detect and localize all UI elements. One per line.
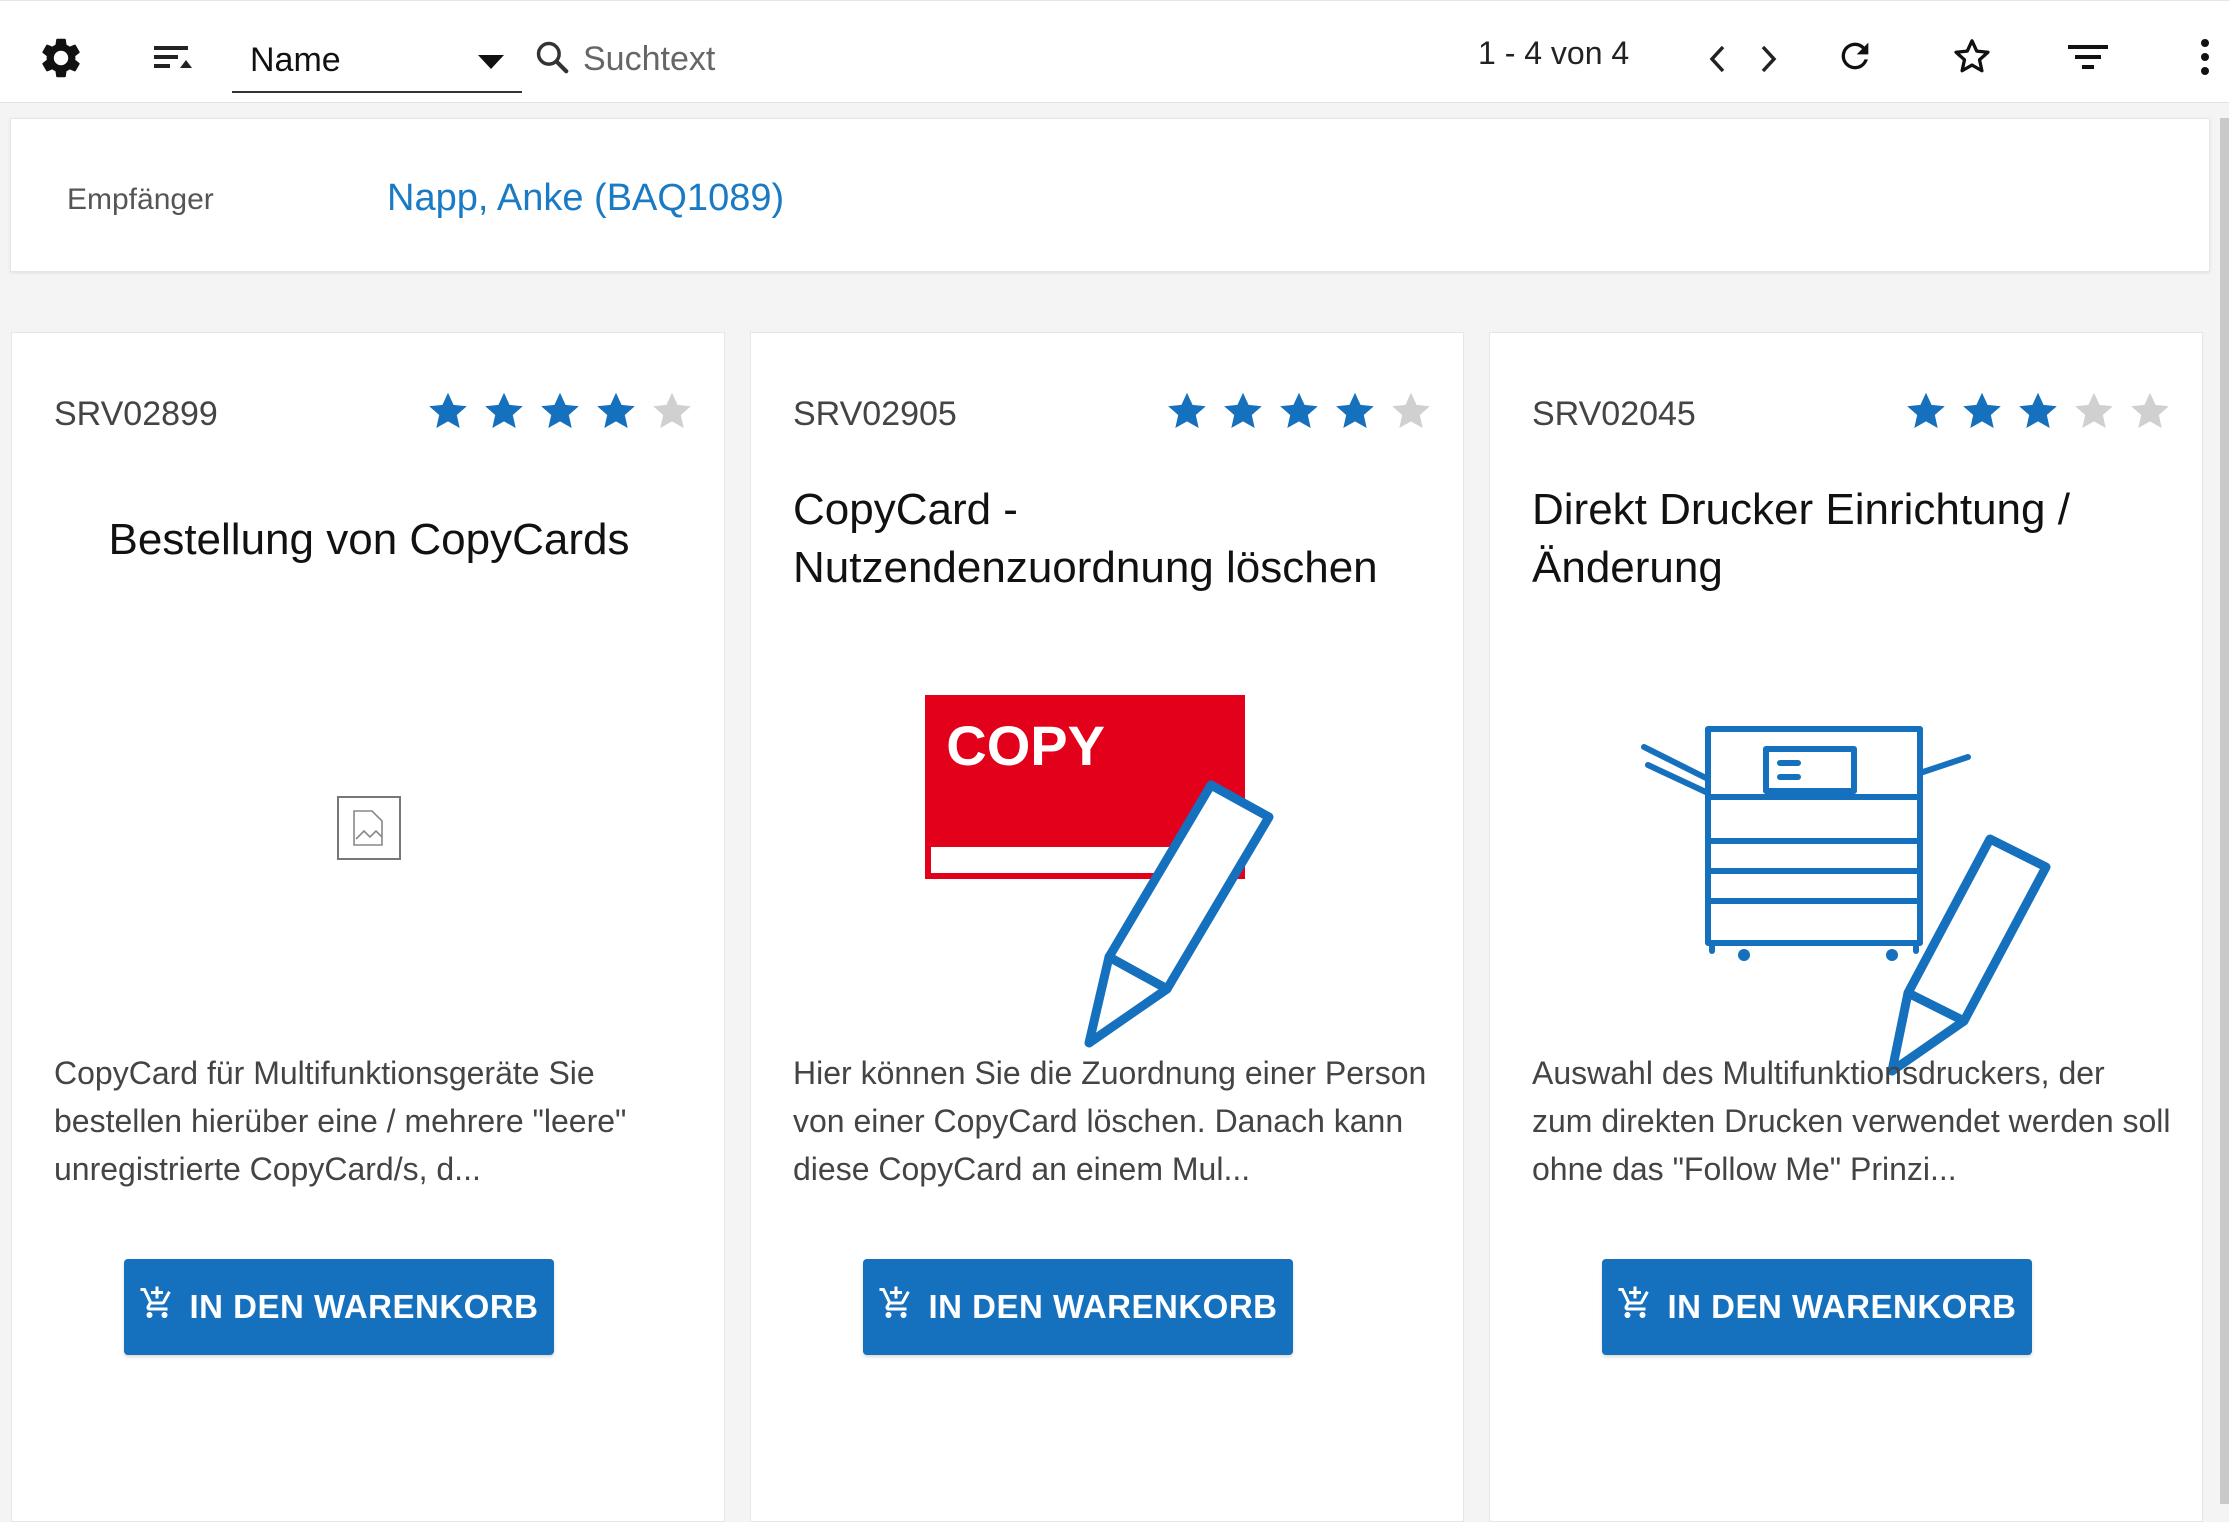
cart-plus-icon bbox=[139, 1285, 175, 1329]
star-filled-icon[interactable] bbox=[481, 388, 527, 439]
add-to-cart-button[interactable]: IN DEN WARENKORB bbox=[124, 1259, 554, 1355]
search-input[interactable] bbox=[583, 39, 1383, 79]
service-card: SRV02905 CopyCard - Nutzendenzuordnung l… bbox=[750, 332, 1464, 1522]
service-image bbox=[1532, 633, 2162, 1093]
printer-edit-illustration bbox=[1641, 726, 2051, 1076]
sort-select-value: Name bbox=[250, 40, 341, 79]
rating-stars bbox=[1164, 388, 1434, 439]
chevron-left-icon[interactable] bbox=[1700, 37, 1734, 81]
recipient-label: Empfänger bbox=[67, 183, 214, 216]
service-title: Direkt Drucker Einrichtung / Änderung bbox=[1532, 485, 2070, 592]
service-title: Bestellung von CopyCards bbox=[108, 515, 630, 564]
star-outline-icon[interactable] bbox=[1948, 33, 1996, 81]
star-filled-icon[interactable] bbox=[1959, 388, 2005, 439]
add-to-cart-label: IN DEN WARENKORB bbox=[1667, 1288, 2017, 1325]
add-to-cart-button[interactable]: IN DEN WARENKORB bbox=[863, 1259, 1293, 1355]
star-filled-icon[interactable] bbox=[1220, 388, 1266, 439]
service-card: SRV02899 Bestellung von CopyCards CopyCa… bbox=[11, 332, 725, 1522]
caret-down-icon bbox=[478, 55, 504, 74]
service-title: CopyCard - Nutzendenzuordnung löschen bbox=[793, 485, 1378, 592]
search-icon bbox=[533, 38, 571, 81]
broken-image-icon bbox=[337, 796, 401, 860]
star-filled-icon[interactable] bbox=[537, 388, 583, 439]
recipient-value-link[interactable]: Napp, Anke (BAQ1089) bbox=[387, 177, 784, 220]
sort-select[interactable]: Name bbox=[232, 29, 522, 93]
star-empty-icon[interactable] bbox=[649, 388, 695, 439]
service-code: SRV02899 bbox=[54, 395, 218, 433]
more-vert-icon[interactable] bbox=[2192, 33, 2218, 81]
scrollbar[interactable] bbox=[2220, 118, 2229, 1504]
rating-stars bbox=[1903, 388, 2173, 439]
copycard-edit-illustration: COPY CARD bbox=[925, 695, 1274, 1048]
star-empty-icon[interactable] bbox=[2127, 388, 2173, 439]
star-filled-icon[interactable] bbox=[1164, 388, 1210, 439]
service-description: Auswahl des Multifunktionsdruckers, der … bbox=[1532, 1055, 2171, 1187]
star-filled-icon[interactable] bbox=[425, 388, 471, 439]
copycard-logo-bottom: CARD bbox=[983, 764, 1145, 827]
service-code: SRV02905 bbox=[793, 395, 957, 433]
gear-icon[interactable] bbox=[32, 29, 90, 87]
add-to-cart-label: IN DEN WARENKORB bbox=[928, 1288, 1278, 1325]
pager-text: 1 - 4 von 4 bbox=[1478, 35, 1630, 71]
cart-plus-icon bbox=[878, 1285, 914, 1329]
refresh-icon[interactable] bbox=[1832, 33, 1878, 79]
star-empty-icon[interactable] bbox=[1388, 388, 1434, 439]
service-image bbox=[54, 633, 684, 1093]
recipient-panel: Empfänger Napp, Anke (BAQ1089) bbox=[10, 118, 2210, 272]
toolbar: Name 1 - 4 von 4 bbox=[0, 0, 2229, 103]
service-card: SRV02045 Direkt Drucker Einrichtung / Än… bbox=[1489, 332, 2203, 1522]
service-image: COPY CARD bbox=[793, 633, 1423, 1093]
sort-order-icon[interactable] bbox=[144, 33, 202, 83]
cart-plus-icon bbox=[1617, 1285, 1653, 1329]
rating-stars bbox=[425, 388, 695, 439]
star-filled-icon[interactable] bbox=[2015, 388, 2061, 439]
search-box bbox=[533, 29, 1433, 89]
star-filled-icon[interactable] bbox=[593, 388, 639, 439]
filter-icon[interactable] bbox=[2064, 35, 2112, 79]
service-description: CopyCard für Multifunktionsgeräte Sie be… bbox=[54, 1055, 627, 1187]
star-empty-icon[interactable] bbox=[2071, 388, 2117, 439]
star-filled-icon[interactable] bbox=[1903, 388, 1949, 439]
add-to-cart-label: IN DEN WARENKORB bbox=[189, 1288, 539, 1325]
service-description: Hier können Sie die Zuordnung einer Pers… bbox=[793, 1055, 1427, 1187]
star-filled-icon[interactable] bbox=[1276, 388, 1322, 439]
star-filled-icon[interactable] bbox=[1332, 388, 1378, 439]
service-code: SRV02045 bbox=[1532, 395, 1696, 433]
add-to-cart-button[interactable]: IN DEN WARENKORB bbox=[1602, 1259, 2032, 1355]
chevron-right-icon[interactable] bbox=[1752, 37, 1786, 81]
